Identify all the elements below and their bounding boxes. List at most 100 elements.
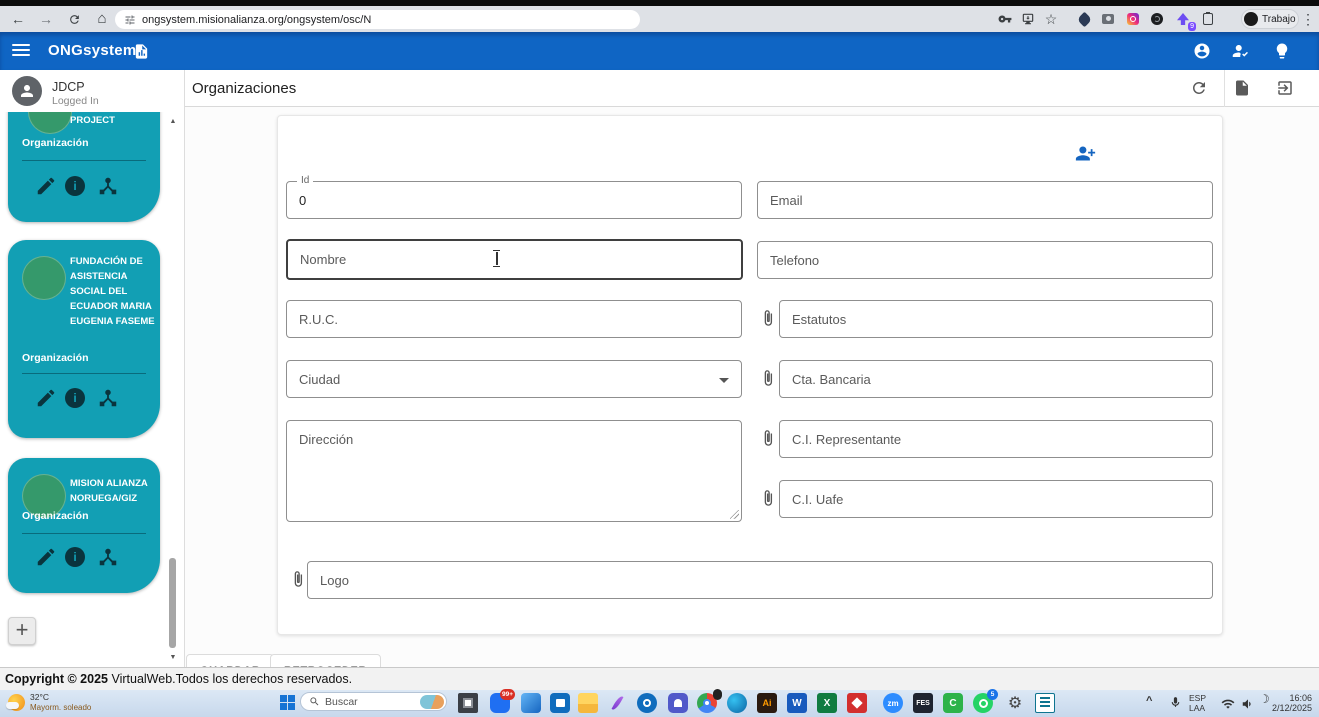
password-key-icon[interactable] xyxy=(996,10,1014,28)
browser-profile-chip[interactable]: Trabajo xyxy=(1241,9,1299,29)
task-view-icon[interactable] xyxy=(458,693,478,713)
add-organization-button[interactable]: + xyxy=(8,617,36,645)
camtasia-icon[interactable]: C xyxy=(943,693,963,713)
user-avatar xyxy=(12,76,42,106)
org-title: PROJECT xyxy=(70,113,162,128)
teams-icon[interactable] xyxy=(668,693,688,713)
info-icon[interactable]: i xyxy=(65,176,85,196)
org-card[interactable]: PROJECT Organización i xyxy=(8,112,160,222)
extension-purple-icon[interactable]: 9 xyxy=(1174,10,1192,28)
edge-icon[interactable] xyxy=(727,693,747,713)
chat-app-icon[interactable]: 99+ xyxy=(490,693,510,713)
weather-condition: Mayorm. soleado xyxy=(30,703,91,712)
start-button[interactable] xyxy=(280,695,295,710)
estatutos-input[interactable] xyxy=(780,301,1212,337)
feather-app-icon[interactable] xyxy=(607,693,627,713)
ruc-input[interactable] xyxy=(287,301,741,337)
extension-clipboard-icon[interactable] xyxy=(1199,10,1217,28)
whatsapp-icon[interactable]: 5 xyxy=(973,693,993,713)
report-doc-icon[interactable] xyxy=(133,43,150,60)
lightbulb-icon[interactable] xyxy=(1273,42,1291,60)
scroll-down-icon[interactable]: ▼ xyxy=(167,654,179,661)
illustrator-icon[interactable]: Ai xyxy=(757,693,777,713)
bookmark-star-icon[interactable]: ☆ xyxy=(1042,10,1060,28)
file-explorer-icon[interactable] xyxy=(578,693,598,713)
ciudad-select[interactable] xyxy=(287,361,741,397)
browser-reload-button[interactable] xyxy=(64,9,84,29)
hierarchy-icon[interactable] xyxy=(97,175,119,197)
lang-line1: ESP xyxy=(1189,694,1206,703)
volume-icon[interactable] xyxy=(1241,697,1255,711)
org-card[interactable]: FUNDACIÓN DE ASISTENCIA SOCIAL DEL ECUAD… xyxy=(8,240,160,438)
install-app-icon[interactable] xyxy=(1019,10,1037,28)
ci-representante-input[interactable] xyxy=(780,421,1212,457)
chat-badge: 99+ xyxy=(500,689,515,700)
account-icon[interactable] xyxy=(1193,42,1211,60)
excel-icon[interactable]: X xyxy=(817,693,837,713)
attach-icon[interactable] xyxy=(759,429,777,447)
edit-icon[interactable] xyxy=(35,387,57,409)
word-icon[interactable]: W xyxy=(787,693,807,713)
chrome-icon[interactable] xyxy=(697,693,717,713)
copyright-bold: Copyright © 2025 xyxy=(5,672,108,686)
browser-home-button[interactable]: ⌂ xyxy=(92,9,112,29)
document-icon[interactable] xyxy=(1233,79,1251,97)
info-icon[interactable]: i xyxy=(65,388,85,408)
resize-grip[interactable] xyxy=(730,510,739,519)
notes-app-icon[interactable] xyxy=(1035,693,1055,713)
estatutos-field xyxy=(779,300,1213,338)
nombre-input[interactable] xyxy=(288,241,741,278)
sidebar-scrollbar-thumb[interactable] xyxy=(169,558,176,648)
url-text: ongsystem.misionalianza.org/ongsystem/os… xyxy=(142,14,371,26)
org-title: FUNDACIÓN DE ASISTENCIA SOCIAL DEL ECUAD… xyxy=(70,254,162,329)
ci-uafe-input[interactable] xyxy=(780,481,1212,517)
extension-instagram-icon[interactable] xyxy=(1124,10,1142,28)
user-check-icon[interactable] xyxy=(1232,42,1250,60)
extension-dark-icon[interactable] xyxy=(1148,10,1166,28)
fes-app-icon[interactable]: FES xyxy=(913,693,933,713)
edit-icon[interactable] xyxy=(35,175,57,197)
mic-icon[interactable] xyxy=(1169,696,1182,709)
extension-eyedropper-icon[interactable] xyxy=(1075,10,1093,28)
exit-icon[interactable] xyxy=(1276,79,1294,97)
photos-app-icon[interactable] xyxy=(521,693,541,713)
org-card[interactable]: MISION ALIANZA NORUEGA/GIZ Organización … xyxy=(8,458,160,593)
email-input[interactable] xyxy=(758,182,1212,218)
person-add-icon[interactable] xyxy=(1075,143,1096,164)
chevron-down-icon xyxy=(719,378,729,383)
cta-bancaria-input[interactable] xyxy=(780,361,1212,397)
attach-icon[interactable] xyxy=(759,489,777,507)
direccion-textarea[interactable] xyxy=(287,421,741,521)
logo-input[interactable] xyxy=(308,562,1212,598)
browser-menu-icon[interactable]: ⋮ xyxy=(1299,10,1317,28)
browser-forward-button[interactable]: → xyxy=(36,9,56,29)
settings-gear-icon[interactable]: ⚙ xyxy=(1005,693,1025,713)
logo-field xyxy=(307,561,1213,599)
outlook-icon[interactable] xyxy=(637,693,657,713)
id-field-label: Id xyxy=(297,175,313,187)
attach-icon[interactable] xyxy=(759,369,777,387)
taskbar: 32°C Mayorm. soleado Buscar 99+ Ai W X z… xyxy=(0,690,1319,717)
wifi-icon[interactable] xyxy=(1221,697,1235,711)
menu-icon[interactable] xyxy=(12,44,30,58)
refresh-icon[interactable] xyxy=(1190,79,1208,97)
scroll-up-icon[interactable]: ▲ xyxy=(167,118,179,125)
hierarchy-icon[interactable] xyxy=(97,387,119,409)
id-input[interactable] xyxy=(287,182,741,218)
moon-icon[interactable]: ☽ xyxy=(1259,695,1270,704)
info-icon[interactable]: i xyxy=(65,547,85,567)
attach-icon[interactable] xyxy=(759,309,777,327)
extension-camera-icon[interactable] xyxy=(1099,10,1117,28)
taskbar-search[interactable]: Buscar xyxy=(300,692,447,711)
attach-icon[interactable] xyxy=(289,570,307,588)
telefono-input[interactable] xyxy=(758,242,1212,278)
browser-back-button[interactable]: ← xyxy=(8,9,28,29)
address-bar[interactable]: ongsystem.misionalianza.org/ongsystem/os… xyxy=(115,10,640,29)
store-app-icon[interactable] xyxy=(550,693,570,713)
hierarchy-icon[interactable] xyxy=(97,546,119,568)
edit-icon[interactable] xyxy=(35,546,57,568)
red-app-icon[interactable] xyxy=(847,693,867,713)
card-divider xyxy=(22,160,146,161)
tray-chevron-icon[interactable]: ^ xyxy=(1146,697,1152,706)
zoom-app-icon[interactable]: zm xyxy=(883,693,903,713)
